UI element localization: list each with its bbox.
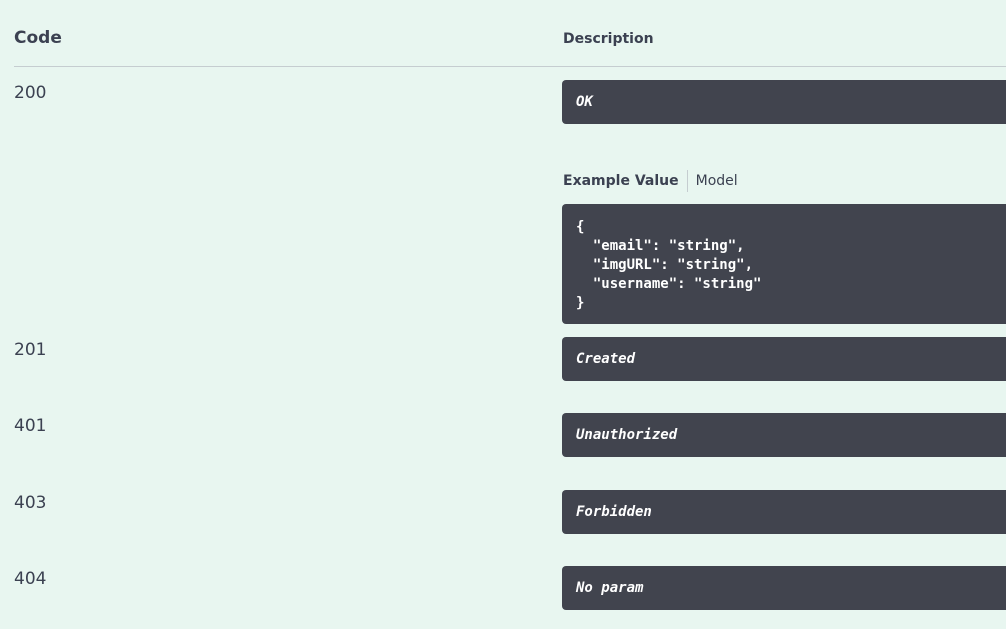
response-code-403: 403 (14, 493, 47, 513)
code-column-header: Code (14, 28, 62, 48)
response-code-401: 401 (14, 416, 47, 436)
response-code-201: 201 (14, 340, 47, 360)
response-code-404: 404 (14, 569, 47, 589)
description-column-header: Description (563, 31, 654, 47)
example-tabs: Example Value Model (563, 170, 738, 192)
example-value-code: { "email": "string", "imgURL": "string",… (562, 204, 1006, 324)
response-description-403: Forbidden (562, 490, 1006, 534)
response-description-404: No param (562, 566, 1006, 610)
tab-model[interactable]: Model (688, 173, 738, 189)
response-description-401: Unauthorized (562, 413, 1006, 457)
responses-table: Code Description 200 OK Example Value Mo… (0, 0, 1006, 629)
tab-example-value[interactable]: Example Value (563, 173, 687, 189)
response-code-200: 200 (14, 83, 47, 103)
response-description-201: Created (562, 337, 1006, 381)
response-description-200: OK (562, 80, 1006, 124)
header-divider (14, 66, 1006, 67)
